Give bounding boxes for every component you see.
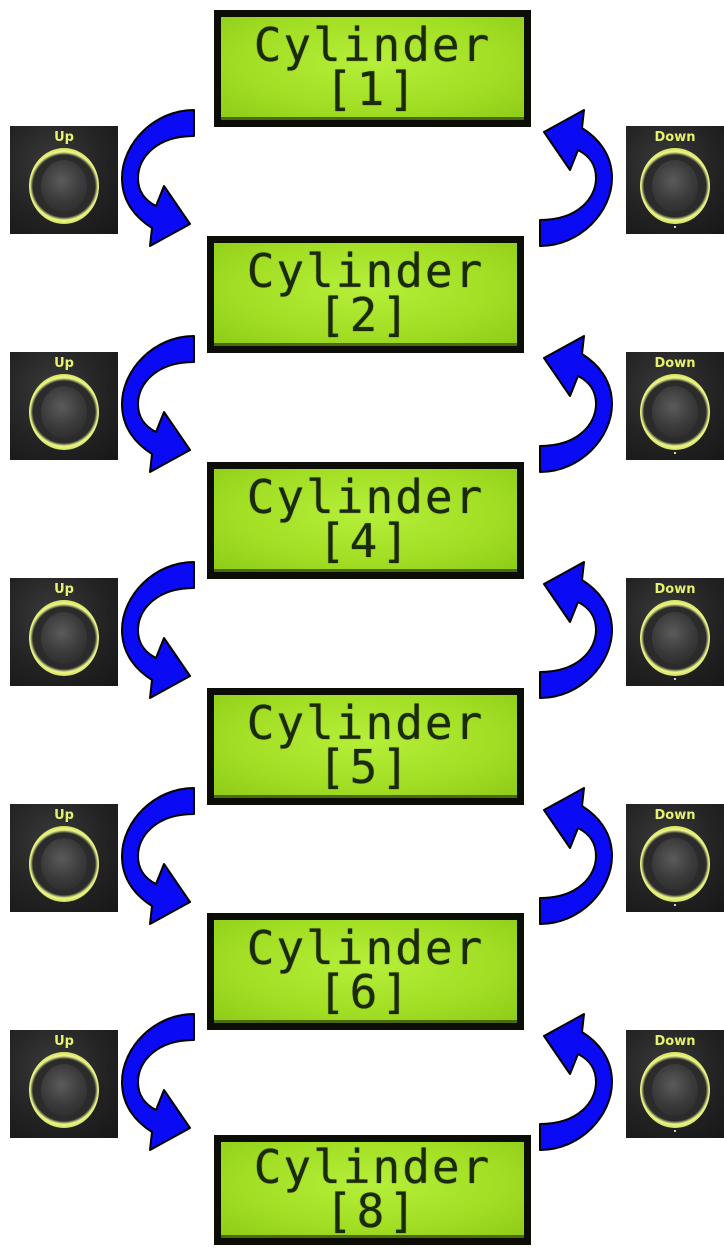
up-button[interactable]: Up <box>10 126 118 234</box>
button-ring <box>640 148 710 224</box>
button-dot <box>674 226 676 228</box>
button-dot <box>674 904 676 906</box>
button-ring <box>29 374 99 450</box>
lcd-display: Cylinder [1] <box>214 10 531 127</box>
lcd-screen: Cylinder [1] <box>221 17 524 120</box>
lcd-display: Cylinder [5] <box>207 688 524 805</box>
lcd-screen: Cylinder [5] <box>214 695 517 798</box>
lcd-value: [8] <box>324 1183 421 1238</box>
button-dot <box>674 678 676 680</box>
up-button[interactable]: Up <box>10 804 118 912</box>
up-button-label: Up <box>54 582 74 597</box>
button-cap <box>41 838 87 890</box>
down-button[interactable]: Down <box>626 578 724 686</box>
button-cap <box>652 838 698 890</box>
lcd-value: [4] <box>317 514 414 568</box>
button-cap <box>41 160 87 212</box>
arrow-shape <box>539 787 613 925</box>
button-cap <box>41 612 87 664</box>
lcd-screen: Cylinder [8] <box>221 1142 524 1238</box>
arrow-shape <box>121 561 195 699</box>
button-ring <box>29 600 99 676</box>
arrow-shape <box>539 109 613 247</box>
button-ring <box>640 826 710 902</box>
down-button-label: Down <box>654 582 696 597</box>
arrow-down-left-icon <box>121 109 195 247</box>
button-ring <box>29 148 99 224</box>
arrow-shape <box>539 1013 613 1151</box>
arrow-shape <box>539 335 613 473</box>
button-ring <box>640 600 710 676</box>
lcd-value: [5] <box>317 740 414 794</box>
arrow-up-right-icon <box>539 561 613 699</box>
up-button-label: Up <box>54 1034 74 1049</box>
lcd-value: [2] <box>317 288 414 342</box>
lcd-screen: Cylinder [2] <box>214 243 517 346</box>
up-button-label: Up <box>54 130 74 145</box>
button-cap <box>41 1064 87 1116</box>
down-button-label: Down <box>654 808 696 823</box>
down-button[interactable]: Down <box>626 1030 724 1138</box>
button-cap <box>652 612 698 664</box>
button-cap <box>652 1064 698 1116</box>
arrow-down-left-icon <box>121 1013 195 1151</box>
lcd-value: [6] <box>317 965 414 1019</box>
down-button[interactable]: Down <box>626 804 724 912</box>
up-button-label: Up <box>54 356 74 371</box>
button-dot <box>674 452 676 454</box>
up-button[interactable]: Up <box>10 1030 118 1138</box>
down-button[interactable]: Down <box>626 126 724 234</box>
arrow-up-right-icon <box>539 335 613 473</box>
button-cap <box>652 386 698 438</box>
down-button-label: Down <box>654 1034 696 1049</box>
button-cap <box>41 386 87 438</box>
down-button-label: Down <box>654 130 696 145</box>
arrow-shape <box>121 335 195 473</box>
lcd-title: Cylinder <box>246 244 485 298</box>
button-cap <box>652 160 698 212</box>
arrow-shape <box>121 109 195 247</box>
button-ring <box>640 1052 710 1128</box>
down-button[interactable]: Down <box>626 352 724 460</box>
lcd-display: Cylinder [8] <box>214 1135 531 1245</box>
arrow-down-left-icon <box>121 787 195 925</box>
lcd-title: Cylinder <box>246 470 485 524</box>
arrow-up-right-icon <box>539 787 613 925</box>
lcd-title: Cylinder <box>253 18 492 72</box>
lcd-value: [1] <box>324 62 421 116</box>
down-button-label: Down <box>654 356 696 371</box>
lcd-title: Cylinder <box>246 696 485 750</box>
button-dot <box>674 1130 676 1132</box>
up-button[interactable]: Up <box>10 352 118 460</box>
up-button-label: Up <box>54 808 74 823</box>
lcd-display: Cylinder [4] <box>207 462 524 579</box>
up-button[interactable]: Up <box>10 578 118 686</box>
lcd-screen: Cylinder [6] <box>214 920 517 1023</box>
arrow-down-left-icon <box>121 561 195 699</box>
arrow-up-right-icon <box>539 1013 613 1151</box>
arrow-shape <box>121 787 195 925</box>
button-ring <box>640 374 710 450</box>
button-ring <box>29 1052 99 1128</box>
arrow-shape <box>121 1013 195 1151</box>
button-ring <box>29 826 99 902</box>
lcd-screen: Cylinder [4] <box>214 469 517 572</box>
lcd-display: Cylinder [6] <box>207 913 524 1030</box>
arrow-shape <box>539 561 613 699</box>
lcd-title: Cylinder <box>253 1139 492 1194</box>
arrow-up-right-icon <box>539 109 613 247</box>
arrow-down-left-icon <box>121 335 195 473</box>
lcd-display: Cylinder [2] <box>207 236 524 353</box>
lcd-title: Cylinder <box>246 921 485 975</box>
